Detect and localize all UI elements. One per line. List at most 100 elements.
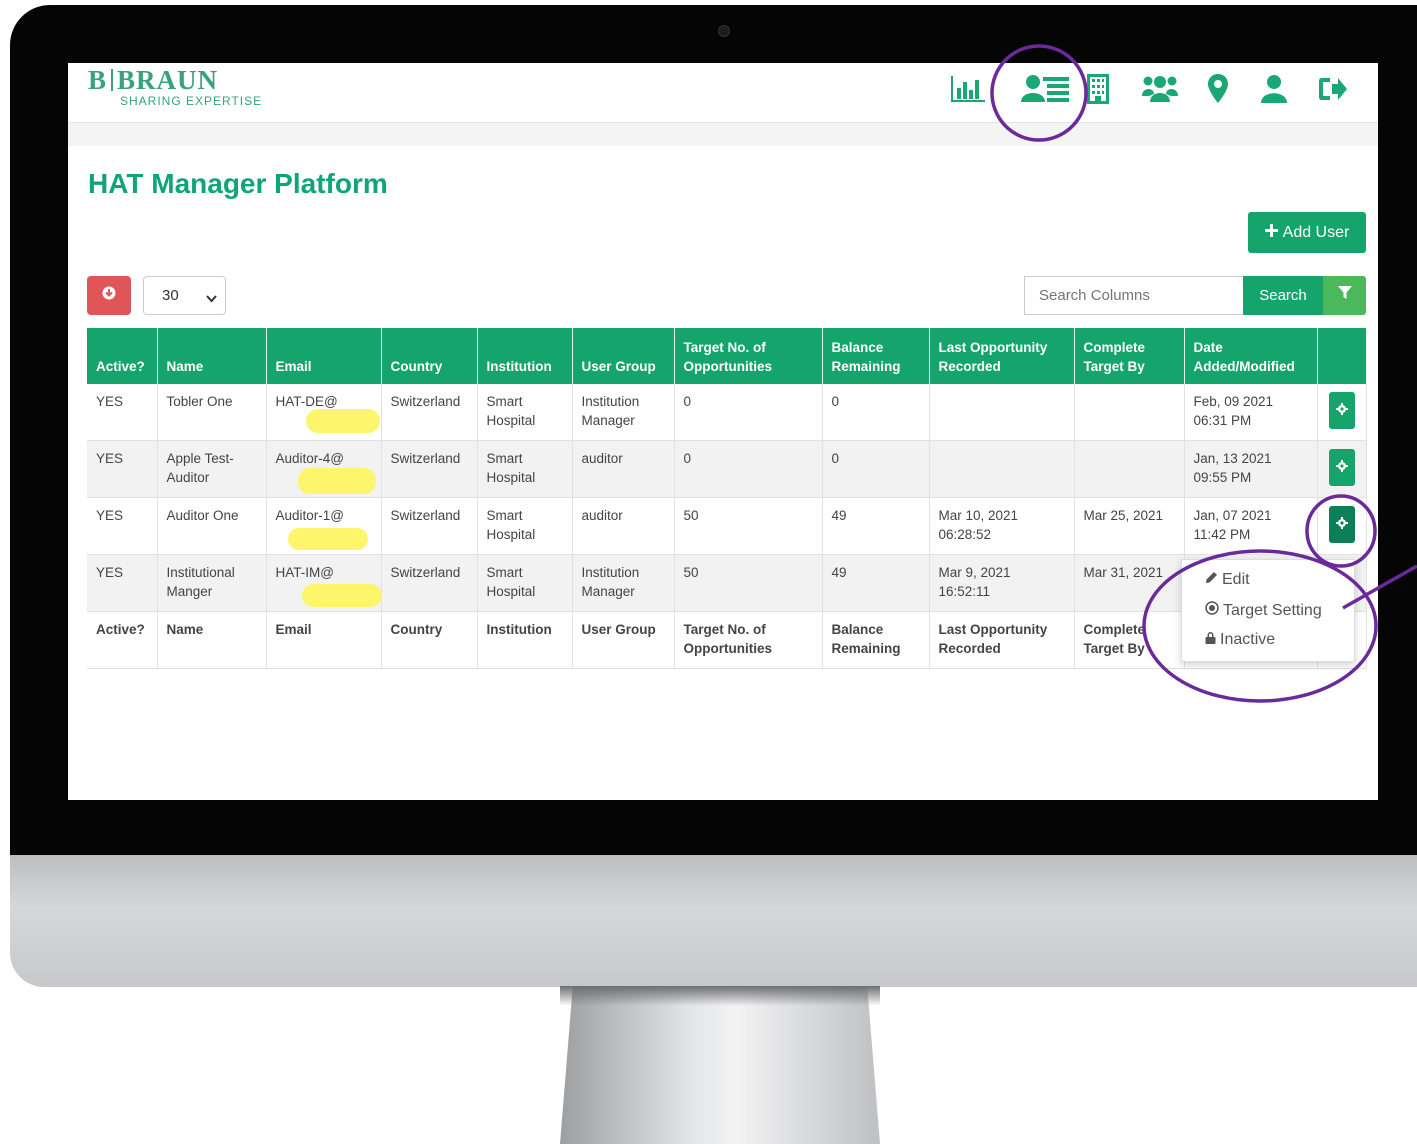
cell: Smart Hospital xyxy=(477,554,573,612)
cell xyxy=(929,384,1075,441)
download-circle-icon xyxy=(102,286,116,305)
logout-icon[interactable] xyxy=(1317,71,1349,107)
gear-icon xyxy=(1335,458,1348,477)
column-header[interactable]: Institution xyxy=(477,328,573,384)
footer-cell: Complete Target By xyxy=(1074,611,1185,669)
footer-cell: User Group xyxy=(572,611,675,669)
building-icon[interactable] xyxy=(1084,71,1112,107)
chevron-down-icon xyxy=(206,290,217,307)
pencil-icon xyxy=(1205,571,1218,589)
cell: YES xyxy=(87,440,158,498)
cell xyxy=(929,440,1075,498)
table-header-row: Active? Name Email Country Institution U… xyxy=(87,328,1367,384)
cell: YES xyxy=(87,554,158,612)
cell: Institution Manager xyxy=(572,384,675,441)
row-settings-button[interactable] xyxy=(1328,449,1355,486)
cell: Apple Test-Auditor xyxy=(157,440,267,498)
footer-cell: Country xyxy=(381,611,478,669)
brand-logo[interactable]: B BRAUN xyxy=(88,65,218,96)
monitor-stand xyxy=(560,986,880,1144)
redaction-mark xyxy=(302,584,382,607)
column-header[interactable]: Last Opportunity Recorded xyxy=(929,328,1075,384)
export-button[interactable] xyxy=(87,276,131,315)
row-settings-button[interactable] xyxy=(1328,392,1355,429)
add-user-button[interactable]: Add User xyxy=(1248,212,1366,253)
cell: Mar 31, 2021 xyxy=(1074,554,1185,612)
cell: auditor xyxy=(572,497,675,555)
footer-cell: Active? xyxy=(87,611,158,669)
menu-item-inactive[interactable]: Inactive xyxy=(1205,631,1275,649)
footer-cell: Name xyxy=(157,611,267,669)
table-row: YES Tobler One HAT-DE@ Switzerland Smart… xyxy=(87,384,1367,441)
lock-icon xyxy=(1205,631,1216,649)
cell: Switzerland xyxy=(381,384,478,441)
column-header[interactable]: Email xyxy=(266,328,382,384)
map-pin-icon[interactable] xyxy=(1206,71,1230,107)
page-title: HAT Manager Platform xyxy=(88,168,388,199)
cell: 50 xyxy=(674,497,823,555)
cell: 0 xyxy=(822,440,930,498)
row-actions-menu: Edit Target Setting Inactive xyxy=(1181,559,1355,662)
redaction-mark xyxy=(306,409,380,433)
cell: Switzerland xyxy=(381,554,478,612)
footer-cell: Balance Remaining xyxy=(822,611,930,669)
plus-icon xyxy=(1264,223,1278,242)
top-header: B BRAUN SHARING EXPERTISE xyxy=(68,63,1378,123)
filter-button[interactable] xyxy=(1323,276,1366,315)
menu-item-target-setting[interactable]: Target Setting xyxy=(1205,601,1322,620)
users-table: Active? Name Email Country Institution U… xyxy=(87,328,1367,669)
gear-icon xyxy=(1335,401,1348,420)
cell: YES xyxy=(87,384,158,441)
cell: Switzerland xyxy=(381,497,478,555)
cell xyxy=(1074,440,1185,498)
footer-cell: Email xyxy=(266,611,382,669)
column-header-actions xyxy=(1317,328,1367,384)
users-group-icon[interactable] xyxy=(1141,71,1179,107)
filter-icon xyxy=(1337,286,1352,305)
cell: YES xyxy=(87,497,158,555)
redaction-mark xyxy=(298,468,376,494)
target-icon xyxy=(1205,601,1219,620)
table-row: YES Auditor One Auditor-1@ Switzerland S… xyxy=(87,497,1367,555)
cell: Tobler One xyxy=(157,384,267,441)
cell: Switzerland xyxy=(381,440,478,498)
cell: Auditor One xyxy=(157,497,267,555)
footer-cell: Institution xyxy=(477,611,573,669)
column-header[interactable]: Date Added/Modified xyxy=(1184,328,1318,384)
column-header[interactable]: Name xyxy=(157,328,267,384)
table-footer-row: Active? Name Email Country Institution U… xyxy=(87,611,1367,669)
column-header[interactable]: Country xyxy=(381,328,478,384)
cell: Jan, 13 2021 09:55 PM xyxy=(1184,440,1318,498)
table-row: YES Institutional Manger HAT-IM@ Switzer… xyxy=(87,554,1367,612)
page-size-select[interactable]: 30 xyxy=(143,276,226,315)
cell: Institutional Manger xyxy=(157,554,267,612)
cell: auditor xyxy=(572,440,675,498)
cell: 49 xyxy=(822,497,930,555)
screen: B BRAUN SHARING EXPERTISE HAT Manager Pla… xyxy=(68,63,1378,800)
cell: 0 xyxy=(822,384,930,441)
search-input[interactable] xyxy=(1024,276,1243,315)
user-list-icon[interactable] xyxy=(1020,71,1070,107)
cell: Jan, 07 2021 11:42 PM xyxy=(1184,497,1318,555)
footer-cell: Last Opportunity Recorded xyxy=(929,611,1075,669)
cell: 50 xyxy=(674,554,823,612)
cell: Smart Hospital xyxy=(477,440,573,498)
search-button[interactable]: Search xyxy=(1243,276,1323,315)
user-icon[interactable] xyxy=(1260,71,1288,107)
cell: Institution Manager xyxy=(572,554,675,612)
row-settings-button-active[interactable] xyxy=(1328,506,1355,543)
footer-cell: Target No. of Opportunities xyxy=(674,611,823,669)
chart-icon[interactable] xyxy=(948,71,988,107)
menu-item-edit[interactable]: Edit xyxy=(1205,571,1250,589)
column-header[interactable]: Balance Remaining xyxy=(822,328,930,384)
cell: 49 xyxy=(822,554,930,612)
column-header[interactable]: Active? xyxy=(87,328,158,384)
column-header[interactable]: Complete Target By xyxy=(1074,328,1185,384)
column-header[interactable]: Target No. of Opportunities xyxy=(674,328,823,384)
brand-tagline: SHARING EXPERTISE xyxy=(120,94,263,108)
column-header[interactable]: User Group xyxy=(572,328,675,384)
cell: 0 xyxy=(674,384,823,441)
camera xyxy=(718,25,730,37)
redaction-mark xyxy=(288,528,368,550)
sub-bar xyxy=(68,123,1378,146)
